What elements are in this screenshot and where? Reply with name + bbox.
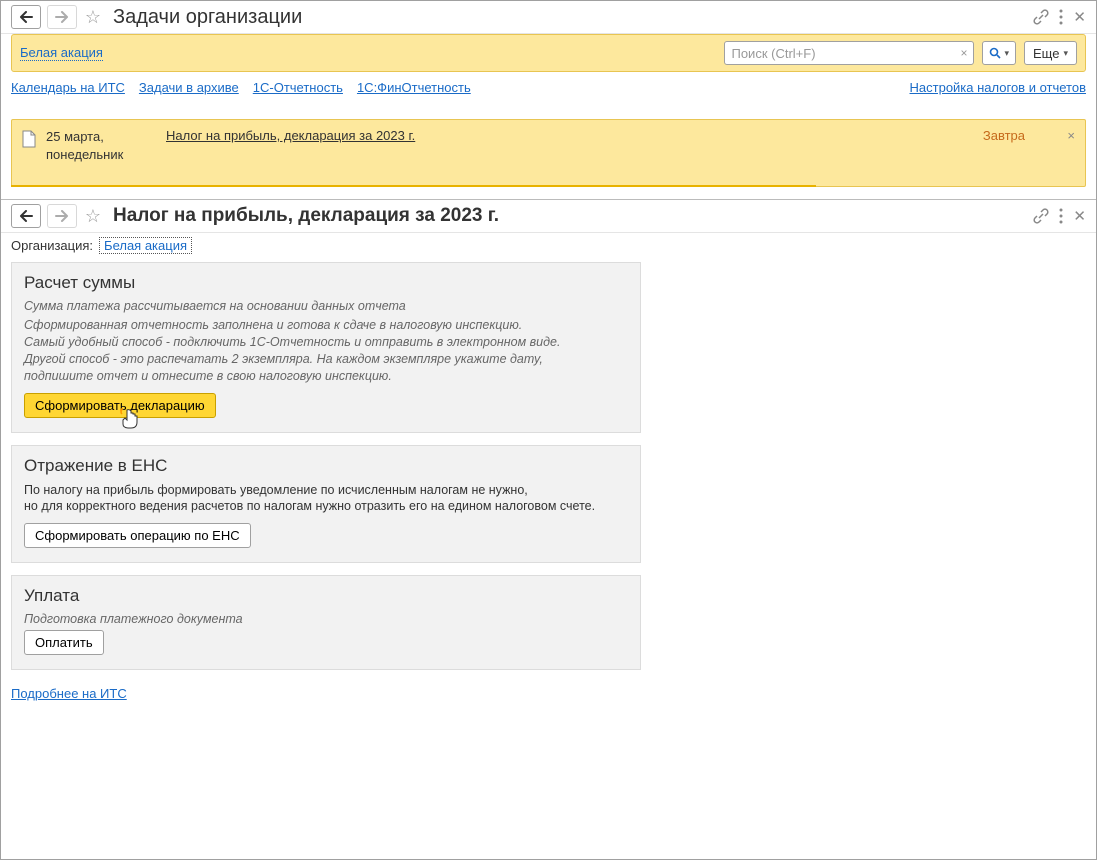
back-button-detail[interactable] (11, 204, 41, 228)
more-button[interactable]: Еще ▾ (1024, 41, 1077, 65)
kebab-icon-detail[interactable] (1059, 208, 1063, 224)
search-input[interactable] (725, 43, 973, 64)
close-icon[interactable]: ✕ (1073, 8, 1086, 26)
clear-search-icon[interactable]: × (960, 46, 967, 60)
section-calc-note: Сумма платежа рассчитывается на основани… (24, 299, 628, 313)
forward-button[interactable] (47, 5, 77, 29)
header-top: ☆ Задачи организации ✕ (1, 1, 1096, 34)
link-tax-settings[interactable]: Настройка налогов и отчетов (910, 80, 1086, 95)
link-icon[interactable] (1033, 9, 1049, 25)
link-1c-report[interactable]: 1С-Отчетность (253, 80, 343, 95)
task-date-line2: понедельник (46, 146, 166, 164)
task-date: 25 марта, понедельник (46, 128, 166, 163)
sec1-line2: Самый удобный способ - подключить 1С-Отч… (24, 334, 628, 351)
more-on-its-link[interactable]: Подробнее на ИТС (11, 686, 127, 701)
sec2-line2: но для корректного ведения расчетов по н… (24, 498, 628, 515)
section-calc: Расчет суммы Сумма платежа рассчитываетс… (11, 262, 641, 433)
org-banner: Белая акация × ▾ Еще ▾ (11, 34, 1086, 72)
section-ens-para: По налогу на прибыль формировать уведомл… (24, 482, 628, 516)
star-icon[interactable]: ☆ (83, 7, 103, 27)
task-progress-bar (11, 185, 816, 187)
link-1c-finreport[interactable]: 1С:ФинОтчетность (357, 80, 471, 95)
pay-button[interactable]: Оплатить (24, 630, 104, 655)
task-title-link[interactable]: Налог на прибыль, декларация за 2023 г. (166, 128, 415, 143)
sec2-line1: По налогу на прибыль формировать уведомл… (24, 482, 628, 499)
document-icon (22, 130, 36, 148)
section-ens-heading: Отражение в ЕНС (24, 456, 628, 476)
sec1-line1: Сформированная отчетность заполнена и го… (24, 317, 628, 334)
page-title: Задачи организации (113, 6, 302, 29)
section-ens: Отражение в ЕНС По налогу на прибыль фор… (11, 445, 641, 564)
back-button[interactable] (11, 5, 41, 29)
form-ens-button[interactable]: Сформировать операцию по ЕНС (24, 523, 251, 548)
kebab-icon[interactable] (1059, 9, 1063, 25)
task-close-icon[interactable]: × (1067, 128, 1075, 143)
section-pay-heading: Уплата (24, 586, 628, 606)
org-value-link[interactable]: Белая акация (99, 237, 192, 254)
section-calc-heading: Расчет суммы (24, 273, 628, 293)
close-icon-detail[interactable]: ✕ (1073, 207, 1086, 225)
links-row: Календарь на ИТС Задачи в архиве 1С-Отче… (1, 78, 1096, 103)
detail-title: Налог на прибыль, декларация за 2023 г. (113, 205, 499, 227)
form-declaration-button[interactable]: Сформировать декларацию (24, 393, 216, 418)
search-wrap: × (724, 41, 974, 65)
more-label: Еще (1033, 46, 1059, 61)
task-when: Завтра (983, 128, 1025, 143)
org-link-top[interactable]: Белая акация (20, 45, 103, 61)
sec1-line4: подпишите отчет и отнесите в свою налого… (24, 368, 628, 385)
star-icon-detail[interactable]: ☆ (83, 206, 103, 226)
section-pay-note: Подготовка платежного документа (24, 612, 628, 626)
section-pay: Уплата Подготовка платежного документа О… (11, 575, 641, 670)
link-calendar[interactable]: Календарь на ИТС (11, 80, 125, 95)
section-calc-para: Сформированная отчетность заполнена и го… (24, 317, 628, 385)
forward-button-detail[interactable] (47, 204, 77, 228)
header-detail: ☆ Налог на прибыль, декларация за 2023 г… (1, 200, 1096, 233)
task-date-line1: 25 марта, (46, 128, 166, 146)
link-archive[interactable]: Задачи в архиве (139, 80, 239, 95)
org-label: Организация: (11, 238, 93, 253)
search-button[interactable]: ▾ (982, 41, 1016, 65)
link-icon-detail[interactable] (1033, 208, 1049, 224)
org-row: Организация: Белая акация (1, 233, 1096, 262)
sec1-line3: Другой способ - это распечатать 2 экземп… (24, 351, 628, 368)
task-card: 25 марта, понедельник Налог на прибыль, … (11, 119, 1086, 187)
